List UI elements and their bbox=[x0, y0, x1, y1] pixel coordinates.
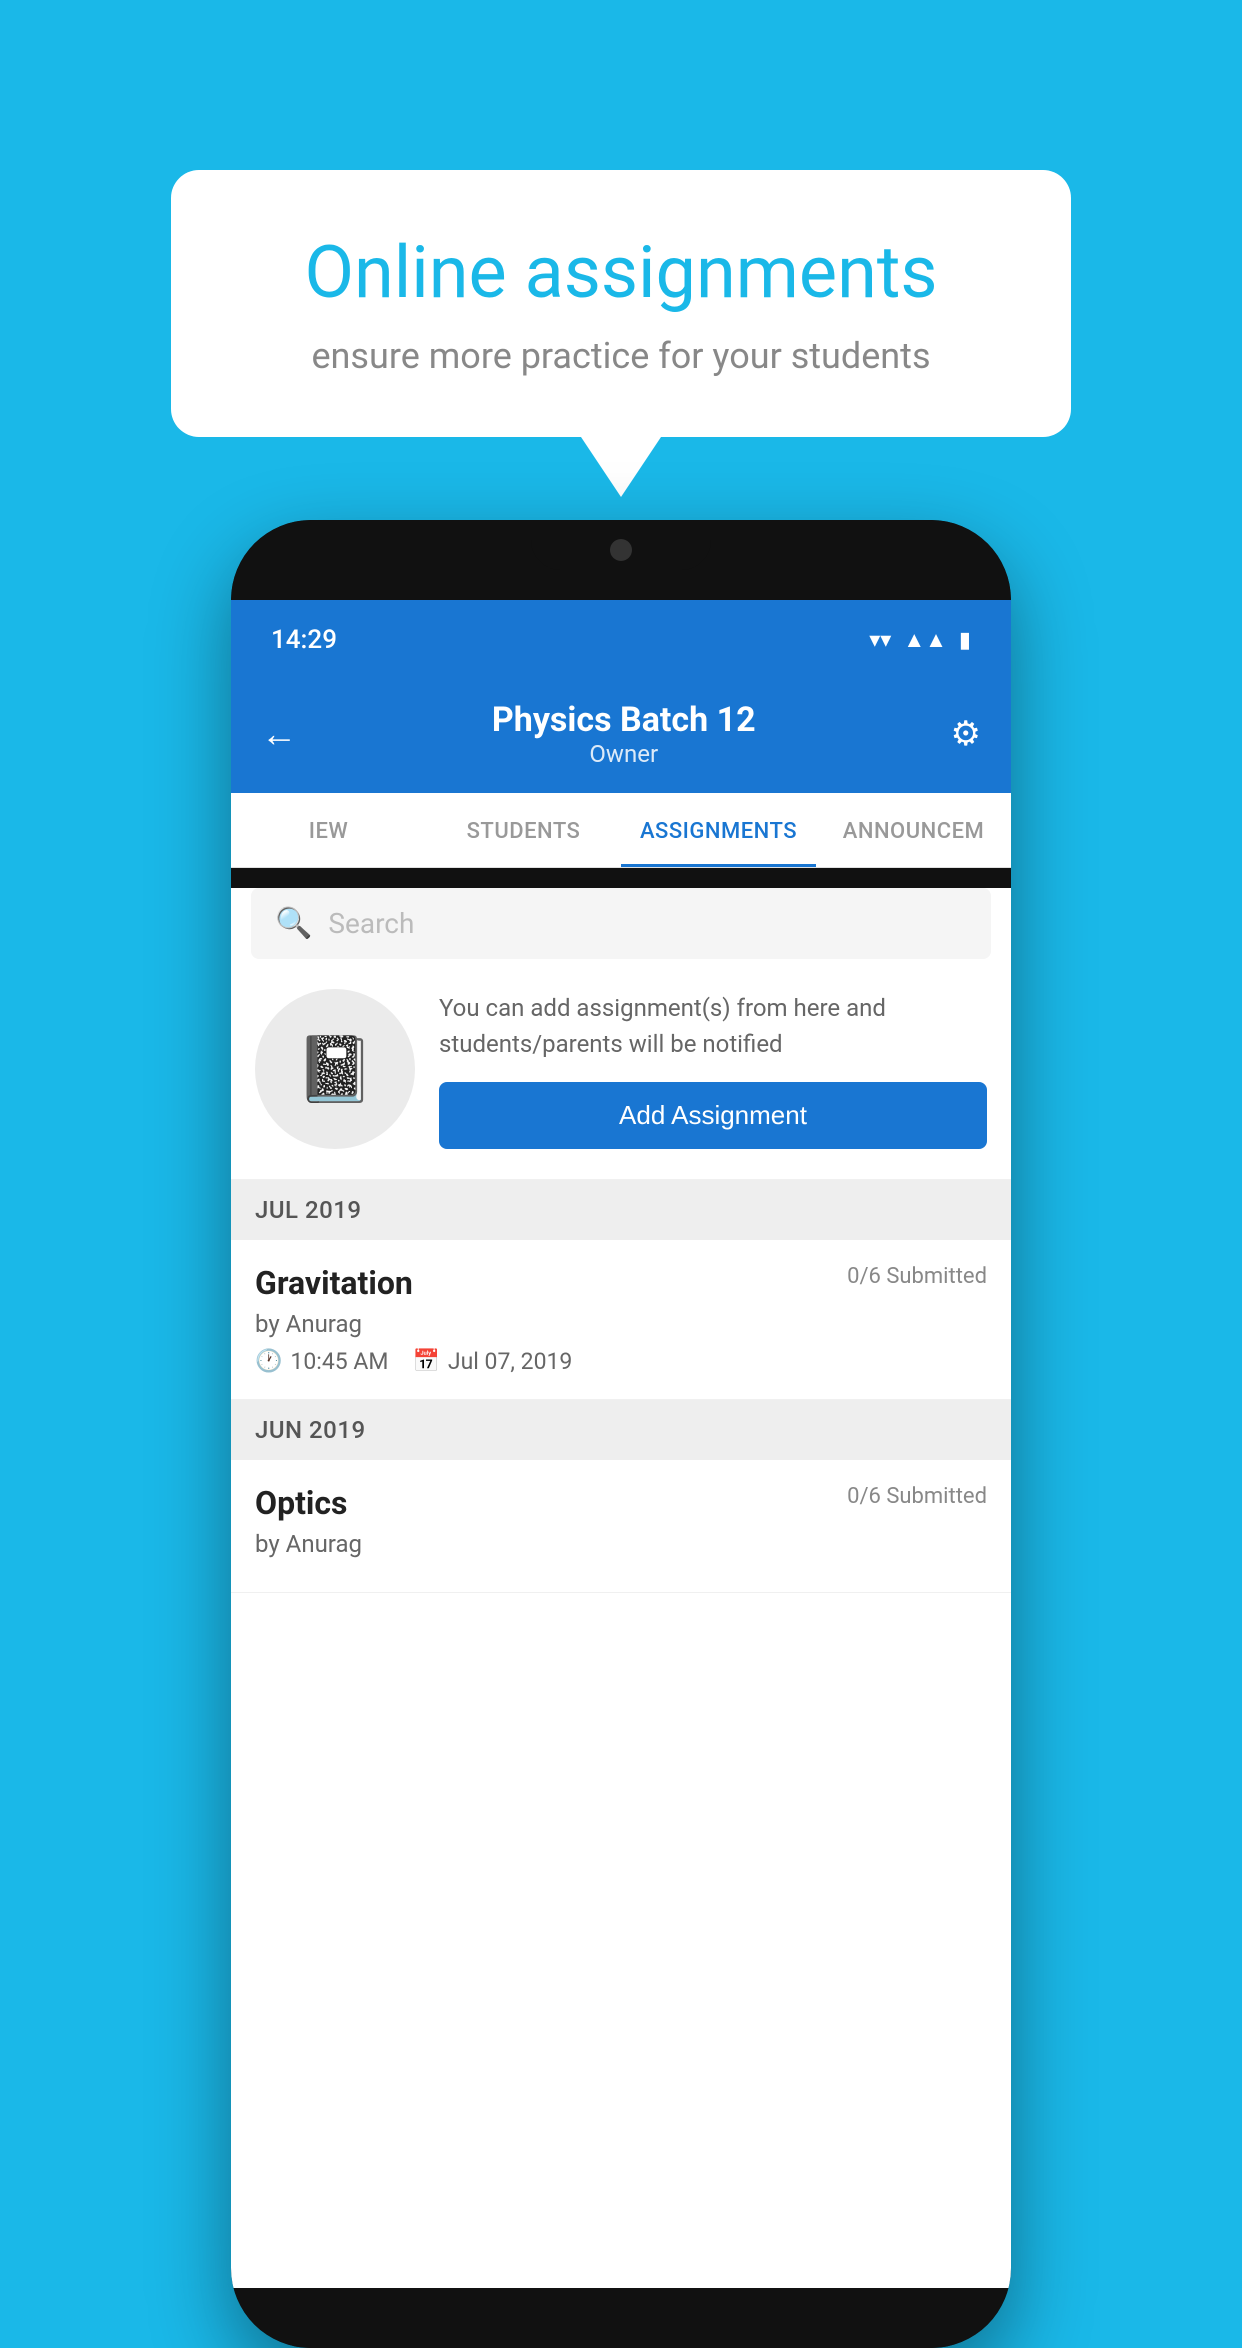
tab-students[interactable]: STUDENTS bbox=[426, 793, 621, 867]
phone-wrapper: 14:29 ▾▾ ▲▲ ▮ ← Physics Batch 12 Owner ⚙… bbox=[231, 520, 1011, 2348]
promo-content: You can add assignment(s) from here and … bbox=[439, 990, 987, 1149]
clock-icon: 🕐 bbox=[255, 1349, 282, 1374]
header-title-group: Physics Batch 12 Owner bbox=[492, 700, 756, 768]
assignment-item-gravitation[interactable]: Gravitation 0/6 Submitted by Anurag 🕐 10… bbox=[231, 1240, 1011, 1400]
tab-assignments[interactable]: ASSIGNMENTS bbox=[621, 793, 816, 867]
speech-bubble-arrow bbox=[581, 437, 661, 497]
assignment-date-value: Jul 07, 2019 bbox=[448, 1348, 572, 1375]
assignment-submitted: 0/6 Submitted bbox=[847, 1264, 987, 1289]
battery-icon: ▮ bbox=[959, 628, 971, 653]
speech-bubble: Online assignments ensure more practice … bbox=[171, 170, 1071, 437]
search-bar[interactable]: 🔍 Search bbox=[251, 888, 991, 959]
search-icon: 🔍 bbox=[275, 906, 312, 941]
assignment-time-value: 10:45 AM bbox=[290, 1348, 388, 1375]
speech-bubble-container: Online assignments ensure more practice … bbox=[171, 170, 1071, 497]
calendar-icon: 📅 bbox=[412, 1349, 439, 1374]
add-assignment-button[interactable]: Add Assignment bbox=[439, 1082, 987, 1149]
tabs-container: IEW STUDENTS ASSIGNMENTS ANNOUNCEM bbox=[231, 793, 1011, 868]
speech-bubble-title: Online assignments bbox=[241, 230, 1001, 315]
status-bar: 14:29 ▾▾ ▲▲ ▮ bbox=[231, 600, 1011, 680]
app-header: ← Physics Batch 12 Owner ⚙ bbox=[231, 680, 1011, 793]
notebook-icon: 📓 bbox=[295, 1032, 375, 1107]
wifi-icon: ▾▾ bbox=[869, 628, 891, 653]
camera-icon bbox=[610, 539, 632, 561]
assignment-top-row: Gravitation 0/6 Submitted bbox=[255, 1264, 987, 1302]
signal-icon: ▲▲ bbox=[903, 627, 947, 653]
assignment-name: Gravitation bbox=[255, 1264, 413, 1302]
phone-bottom-corner bbox=[231, 2288, 1011, 2348]
phone-top-notch bbox=[231, 520, 1011, 600]
header-subtitle: Owner bbox=[492, 740, 756, 768]
settings-icon[interactable]: ⚙ bbox=[951, 714, 981, 754]
promo-text: You can add assignment(s) from here and … bbox=[439, 990, 987, 1062]
tab-announcements[interactable]: ANNOUNCEM bbox=[816, 793, 1011, 867]
assignment-meta: 🕐 10:45 AM 📅 Jul 07, 2019 bbox=[255, 1348, 987, 1375]
speech-bubble-subtitle: ensure more practice for your students bbox=[241, 335, 1001, 377]
section-header-jul: JUL 2019 bbox=[231, 1180, 1011, 1240]
assignment-time: 🕐 10:45 AM bbox=[255, 1348, 388, 1375]
assignment-item-optics[interactable]: Optics 0/6 Submitted by Anurag bbox=[231, 1460, 1011, 1593]
phone-content: 🔍 Search 📓 You can add assignment(s) fro… bbox=[231, 888, 1011, 2288]
assignment-optics-submitted: 0/6 Submitted bbox=[847, 1484, 987, 1509]
assignment-by: by Anurag bbox=[255, 1310, 987, 1338]
header-title: Physics Batch 12 bbox=[492, 700, 756, 740]
tab-iew[interactable]: IEW bbox=[231, 793, 426, 867]
assignment-optics-top-row: Optics 0/6 Submitted bbox=[255, 1484, 987, 1522]
assignment-date: 📅 Jul 07, 2019 bbox=[412, 1348, 572, 1375]
assignment-optics-name: Optics bbox=[255, 1484, 347, 1522]
section-header-jun: JUN 2019 bbox=[231, 1400, 1011, 1460]
status-time: 14:29 bbox=[271, 625, 337, 655]
back-button[interactable]: ← bbox=[261, 713, 297, 755]
assignment-optics-by: by Anurag bbox=[255, 1530, 987, 1558]
phone-frame: 14:29 ▾▾ ▲▲ ▮ ← Physics Batch 12 Owner ⚙… bbox=[231, 520, 1011, 2348]
search-placeholder: Search bbox=[328, 907, 414, 940]
promo-section: 📓 You can add assignment(s) from here an… bbox=[231, 959, 1011, 1180]
status-icons: ▾▾ ▲▲ ▮ bbox=[869, 627, 971, 653]
promo-icon-circle: 📓 bbox=[255, 989, 415, 1149]
phone-camera-notch bbox=[531, 520, 711, 570]
